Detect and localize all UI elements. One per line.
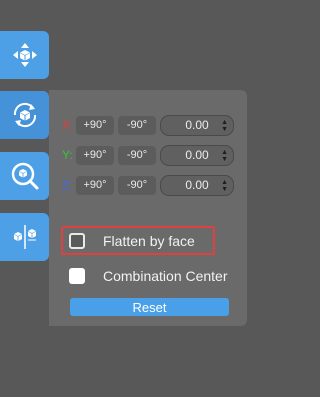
rotate-row-x: X: +90° -90° 0.00 ▲ ▼: [62, 114, 234, 136]
rotate-z-plus90-button[interactable]: +90°: [76, 175, 114, 195]
axis-y-label: Y:: [62, 148, 73, 162]
rotate-z-value: 0.00: [185, 178, 209, 192]
rotate-y-value: 0.00: [185, 148, 209, 162]
combination-center-checkbox[interactable]: Combination Center: [69, 268, 228, 284]
move-tool-button[interactable]: [0, 31, 49, 79]
rotate-x-plus90-button[interactable]: +90°: [76, 115, 114, 135]
mirror-tool-button[interactable]: [0, 213, 49, 261]
spin-arrows-icon[interactable]: ▲ ▼: [221, 179, 228, 193]
combination-center-label: Combination Center: [103, 268, 228, 284]
rotate-row-y: Y: +90° -90° 0.00 ▲ ▼: [62, 144, 234, 166]
axis-z-label: Z:: [62, 178, 73, 192]
flatten-by-face-checkbox[interactable]: Flatten by face: [69, 233, 195, 249]
flatten-by-face-label: Flatten by face: [103, 233, 195, 249]
rotate-panel: X: +90° -90° 0.00 ▲ ▼ Y: +90° -90° 0.00 ▲…: [49, 90, 247, 326]
axis-x-label: X:: [62, 118, 74, 132]
scale-tool-button[interactable]: [0, 152, 49, 200]
spin-arrows-icon[interactable]: ▲ ▼: [221, 119, 228, 133]
rotate-x-minus90-button[interactable]: -90°: [118, 115, 156, 135]
mirror-cubes-icon: [13, 225, 36, 249]
rotate-y-minus90-button[interactable]: -90°: [118, 145, 156, 165]
rotate-y-spinbox[interactable]: 0.00 ▲ ▼: [160, 144, 234, 166]
rotate-x-spinbox[interactable]: 0.00 ▲ ▼: [160, 114, 234, 136]
scale-magnify-icon: [11, 162, 38, 190]
reset-button[interactable]: Reset: [70, 298, 229, 316]
flatten-checkbox-box[interactable]: [69, 233, 85, 249]
rotate-cube-icon: [13, 102, 36, 128]
rotate-x-value: 0.00: [185, 118, 209, 132]
rotate-z-spinbox[interactable]: 0.00 ▲ ▼: [160, 174, 234, 196]
spin-arrows-icon[interactable]: ▲ ▼: [221, 149, 228, 163]
rotate-row-z: Z: +90° -90° 0.00 ▲ ▼: [62, 174, 234, 196]
rotate-tool-button[interactable]: [0, 91, 49, 139]
rotate-z-minus90-button[interactable]: -90°: [118, 175, 156, 195]
combination-checkbox-box[interactable]: [69, 268, 85, 284]
move-arrows-icon: [12, 43, 37, 67]
rotate-y-plus90-button[interactable]: +90°: [76, 145, 114, 165]
